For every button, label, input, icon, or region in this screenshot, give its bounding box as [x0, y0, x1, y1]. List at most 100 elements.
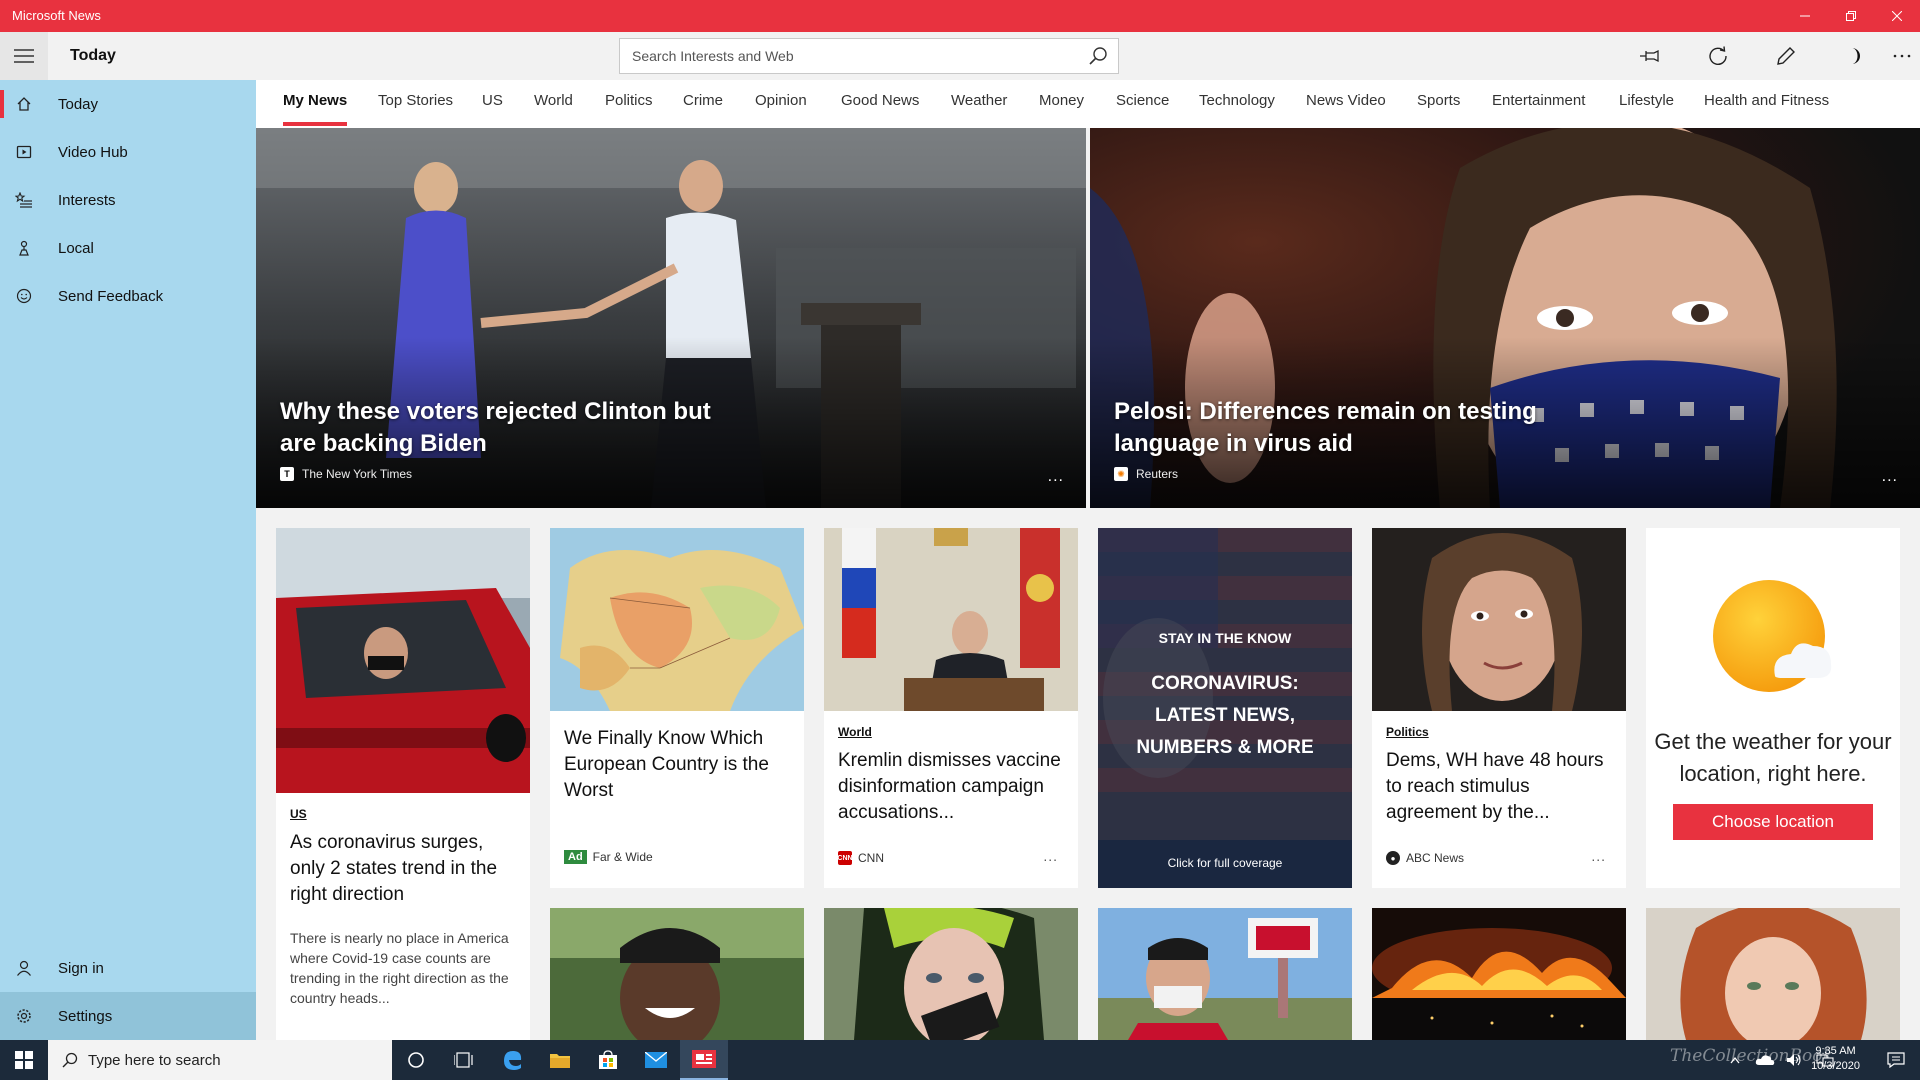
edge-icon — [504, 1051, 522, 1070]
news-card-world[interactable]: World Kremlin dismisses vaccine disinfor… — [824, 528, 1078, 888]
hero-story-1[interactable]: Why these voters rejected Clinton but ar… — [256, 128, 1086, 508]
card-category[interactable]: Politics — [1386, 725, 1429, 739]
sidebar-item-today[interactable]: Today — [0, 80, 256, 128]
window-title: Microsoft News — [12, 8, 101, 23]
source-name: ABC News — [1406, 851, 1465, 865]
refresh-icon — [1709, 46, 1727, 65]
tab-opinion[interactable]: Opinion — [755, 92, 807, 109]
hero-story-2[interactable]: Pelosi: Differences remain on testing la… — [1090, 128, 1920, 508]
minimize-button[interactable] — [1782, 0, 1828, 32]
search-icon — [62, 1052, 78, 1068]
tab-health-and-fitness[interactable]: Health and Fitness — [1704, 92, 1829, 109]
sidebar-item-local[interactable]: Local — [0, 224, 256, 272]
dark-mode-button[interactable] — [1838, 40, 1870, 72]
speaker-icon — [1787, 1054, 1801, 1066]
news-card[interactable] — [550, 908, 804, 1040]
ad-card[interactable]: We Finally Know Which European Country i… — [550, 528, 804, 888]
mail-app-button[interactable] — [632, 1040, 680, 1080]
news-card[interactable] — [824, 908, 1078, 1040]
sidebar-header: Today — [0, 32, 256, 80]
sidebar-item-video-hub[interactable]: Video Hub — [0, 128, 256, 176]
coverage-headline: CORONAVIRUS: LATEST NEWS, NUMBERS & MORE — [1136, 673, 1314, 758]
task-view-button[interactable] — [440, 1040, 488, 1080]
card-image-person-smiling — [550, 908, 804, 1040]
sidebar-item-label: Sign in — [58, 959, 104, 977]
news-card[interactable] — [1098, 908, 1352, 1040]
cnn-logo-icon: CNN — [837, 851, 853, 865]
tab-top-stories[interactable]: Top Stories — [378, 92, 453, 109]
card-category[interactable]: World — [838, 725, 872, 739]
menu-button[interactable] — [0, 32, 48, 80]
tab-us[interactable]: US — [482, 92, 503, 109]
notification-icon — [1887, 1052, 1905, 1068]
close-icon — [1892, 11, 1902, 21]
tab-crime[interactable]: Crime — [683, 92, 723, 109]
gear-icon — [0, 1008, 48, 1024]
news-app-button[interactable] — [680, 1040, 728, 1080]
tab-news-video[interactable]: News Video — [1306, 92, 1386, 109]
file-explorer-button[interactable] — [536, 1040, 584, 1080]
location-icon — [0, 240, 48, 256]
tab-entertainment[interactable]: Entertainment — [1492, 92, 1585, 109]
pin-button[interactable] — [1634, 40, 1666, 72]
tab-my-news[interactable]: My News — [283, 92, 348, 126]
task-view-icon — [454, 1052, 473, 1068]
tab-good-news[interactable]: Good News — [841, 92, 919, 109]
more-options-button[interactable]: ... — [1048, 468, 1064, 486]
close-button[interactable] — [1874, 0, 1920, 32]
sidebar-item-interests[interactable]: Interests — [0, 176, 256, 224]
more-options-button[interactable]: ... — [1043, 848, 1058, 864]
tab-science[interactable]: Science — [1116, 92, 1169, 109]
news-card-us[interactable]: US As coronavirus surges, only 2 states … — [276, 528, 530, 1040]
more-button[interactable] — [1886, 40, 1918, 72]
tab-politics[interactable]: Politics — [605, 92, 653, 109]
choose-location-button[interactable]: Choose location — [1673, 804, 1873, 840]
weather-prompt: Get the weather for your location, right… — [1654, 729, 1892, 786]
search-icon[interactable] — [1088, 46, 1108, 69]
taskbar-clock[interactable]: 9:35 AM 10/3/2020 — [1811, 1044, 1860, 1074]
sidebar-item-send-feedback[interactable]: Send Feedback — [0, 272, 256, 320]
cloud-icon — [1755, 1055, 1775, 1065]
tab-sports[interactable]: Sports — [1417, 92, 1460, 109]
sidebar-item-label: Today — [58, 95, 99, 113]
card-category[interactable]: US — [290, 807, 307, 821]
store-app-button[interactable] — [584, 1040, 632, 1080]
more-options-button[interactable]: ... — [1882, 468, 1898, 486]
sidebar-item-label: Video Hub — [58, 143, 128, 161]
edge-app-button[interactable] — [488, 1040, 536, 1080]
more-icon — [1893, 54, 1911, 58]
restore-button[interactable] — [1828, 0, 1874, 32]
taskbar-search-placeholder: Type here to search — [88, 1051, 221, 1069]
weather-card[interactable]: Get the weather for your location, right… — [1646, 528, 1900, 888]
source-name: The New York Times — [302, 467, 413, 481]
sidebar-item-sign-in[interactable]: Sign in — [0, 944, 256, 992]
tab-world[interactable]: World — [534, 92, 573, 109]
onedrive-button[interactable] — [1750, 1040, 1780, 1080]
category-tabs: My News Top Stories US World Politics Cr… — [256, 80, 1920, 128]
edit-button[interactable] — [1770, 40, 1802, 72]
full-coverage-link[interactable]: Click for full coverage — [1098, 856, 1352, 870]
tab-money[interactable]: Money — [1039, 92, 1084, 109]
hamburger-icon — [14, 49, 34, 63]
news-card[interactable] — [1372, 908, 1626, 1040]
hero-title: Pelosi: Differences remain on testing la… — [1114, 398, 1537, 457]
news-card[interactable] — [1646, 908, 1900, 1040]
sidebar: Today Today Video Hub Interests Local Se… — [0, 32, 256, 1040]
tray-overflow-button[interactable] — [1720, 1040, 1750, 1080]
more-options-button[interactable]: ... — [1591, 848, 1606, 864]
coronavirus-coverage-card[interactable]: STAY IN THE KNOW CORONAVIRUS: LATEST NEW… — [1098, 528, 1352, 888]
news-card-politics[interactable]: Politics Dems, WH have 48 hours to reach… — [1372, 528, 1626, 888]
tab-lifestyle[interactable]: Lifestyle — [1619, 92, 1674, 109]
sidebar-item-settings[interactable]: Settings — [0, 992, 256, 1040]
title-bar: Microsoft News — [0, 0, 1920, 32]
search-input[interactable]: Search Interests and Web — [619, 38, 1119, 74]
taskbar-search-input[interactable]: Type here to search — [48, 1040, 392, 1080]
start-button[interactable] — [0, 1040, 48, 1080]
tab-weather[interactable]: Weather — [951, 92, 1007, 109]
coverage-kicker: STAY IN THE KNOW — [1158, 630, 1292, 646]
volume-button[interactable] — [1780, 1040, 1810, 1080]
tab-technology[interactable]: Technology — [1199, 92, 1275, 109]
notifications-button[interactable] — [1872, 1040, 1920, 1080]
refresh-button[interactable] — [1702, 40, 1734, 72]
cortana-button[interactable] — [392, 1040, 440, 1080]
